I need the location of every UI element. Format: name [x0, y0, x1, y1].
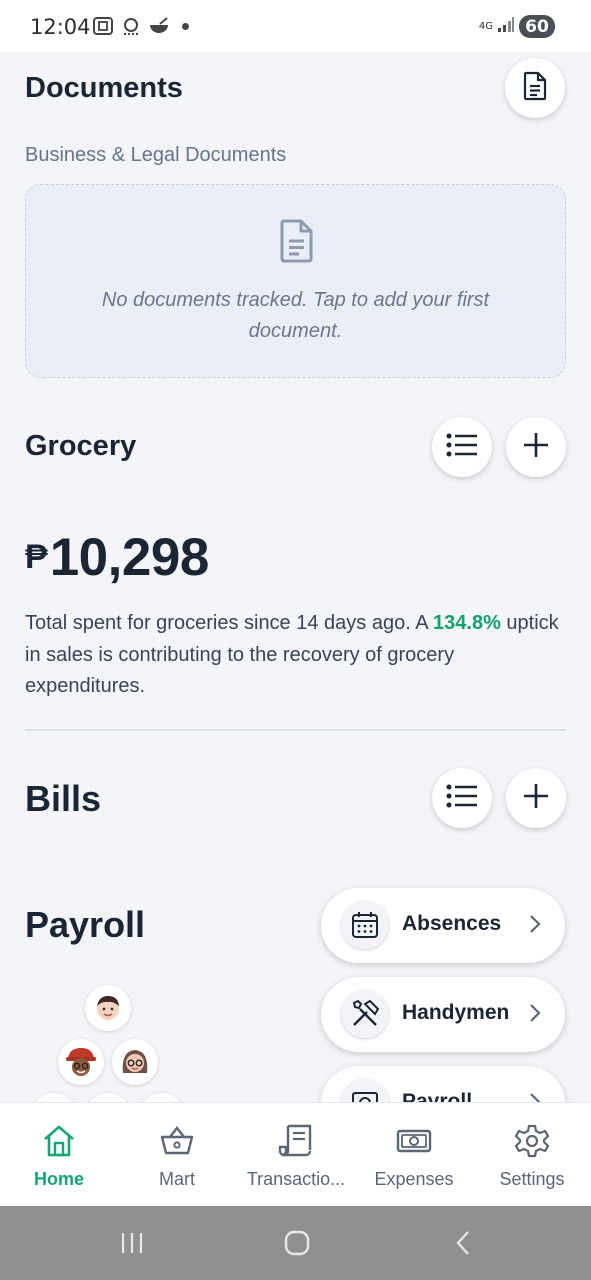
- nav-label-settings: Settings: [499, 1169, 565, 1189]
- status-right-group: 4G 60: [479, 15, 555, 38]
- chevron-right-icon: [529, 914, 541, 939]
- documents-button[interactable]: [505, 58, 565, 118]
- documents-empty-state[interactable]: No documents tracked. Tap to add your fi…: [25, 184, 566, 378]
- grocery-list-button[interactable]: [432, 417, 492, 477]
- nav-label-transactions: Transactio...: [246, 1169, 346, 1189]
- network-type: 4G: [478, 20, 493, 32]
- status-notification-icons: [92, 16, 189, 36]
- gear-icon: [514, 1123, 550, 1159]
- nav-label-mart: Mart: [159, 1169, 195, 1189]
- avatar-more-icon[interactable]: [139, 1093, 185, 1102]
- bowl-icon: [148, 16, 170, 36]
- chevron-right-icon: [529, 1003, 541, 1028]
- nav-item-settings[interactable]: Settings: [473, 1103, 591, 1207]
- payroll-title: Payroll: [25, 904, 146, 945]
- signal-icon: [497, 15, 515, 38]
- absences-button[interactable]: Absences: [321, 888, 565, 963]
- documents-subtitle: Business & Legal Documents: [25, 144, 287, 166]
- notification-dot-icon: [182, 22, 189, 30]
- avatar-man-icon[interactable]: [85, 985, 131, 1031]
- tools-icon: [341, 990, 389, 1038]
- recent-apps-icon[interactable]: [120, 1231, 144, 1260]
- home-icon: [41, 1123, 77, 1159]
- main-content[interactable]: Documents Business & Legal Documents No …: [0, 52, 591, 1102]
- section-divider: [25, 729, 566, 731]
- cash-icon: [396, 1123, 432, 1159]
- avatar-more-icon[interactable]: [85, 1093, 131, 1102]
- nav-item-mart[interactable]: Mart: [118, 1103, 236, 1207]
- battery-indicator: 60: [519, 15, 555, 38]
- documents-title: Documents: [25, 72, 183, 104]
- grocery-amount-value: 10,298: [49, 528, 210, 587]
- grocery-title: Grocery: [25, 430, 137, 462]
- bills-list-button[interactable]: [432, 768, 492, 828]
- plus-icon: [523, 432, 549, 463]
- list-icon: [446, 784, 478, 813]
- screenshot-icon: [92, 16, 114, 36]
- nav-label-expenses: Expenses: [374, 1169, 454, 1189]
- handymen-label: Handymen: [402, 1001, 510, 1024]
- grocery-amount: ₱ 10,298: [25, 527, 209, 588]
- receipt-icon: [278, 1123, 314, 1159]
- document-icon: [521, 71, 549, 106]
- bottom-navigation: Home Mart Transactio... Expenses Setting…: [0, 1102, 591, 1206]
- bills-title: Bills: [25, 778, 102, 819]
- grocery-description: Total spent for groceries since 14 days …: [25, 608, 570, 703]
- grocery-desc-before: Total spent for groceries since 14 days …: [25, 612, 434, 634]
- status-bar: 12:04 4G 60: [0, 0, 591, 52]
- handymen-button[interactable]: Handymen: [321, 977, 565, 1052]
- nav-label-home: Home: [33, 1169, 84, 1189]
- currency-symbol: ₱: [25, 538, 48, 576]
- search-notification-icon: [120, 16, 142, 36]
- basket-icon: [159, 1123, 195, 1159]
- nav-item-transactions[interactable]: Transactio...: [237, 1103, 355, 1207]
- avatar-woman-hat-icon[interactable]: [58, 1039, 104, 1085]
- back-icon[interactable]: [454, 1230, 472, 1261]
- nav-item-home[interactable]: Home: [0, 1103, 118, 1207]
- plus-icon: [523, 783, 549, 814]
- avatar-more-icon[interactable]: [31, 1093, 77, 1102]
- payroll-button[interactable]: Payroll: [321, 1066, 565, 1102]
- payroll-label: Payroll: [402, 1090, 473, 1102]
- absences-label: Absences: [402, 912, 502, 935]
- calendar-icon: [341, 901, 389, 949]
- home-system-icon[interactable]: [284, 1230, 310, 1261]
- empty-document-icon: [276, 218, 316, 269]
- payroll-icon: [341, 1079, 389, 1102]
- avatar-woman-glasses-icon[interactable]: [112, 1039, 158, 1085]
- chevron-right-icon: [529, 1092, 541, 1102]
- grocery-add-button[interactable]: [506, 417, 566, 477]
- empty-state-text: No documents tracked. Tap to add your fi…: [101, 289, 490, 342]
- system-navigation-bar: [0, 1206, 591, 1280]
- grocery-percent: 134.8%: [433, 612, 501, 634]
- status-time: 12:04: [30, 15, 91, 39]
- bills-add-button[interactable]: [506, 768, 566, 828]
- list-icon: [446, 433, 478, 462]
- nav-item-expenses[interactable]: Expenses: [355, 1103, 473, 1207]
